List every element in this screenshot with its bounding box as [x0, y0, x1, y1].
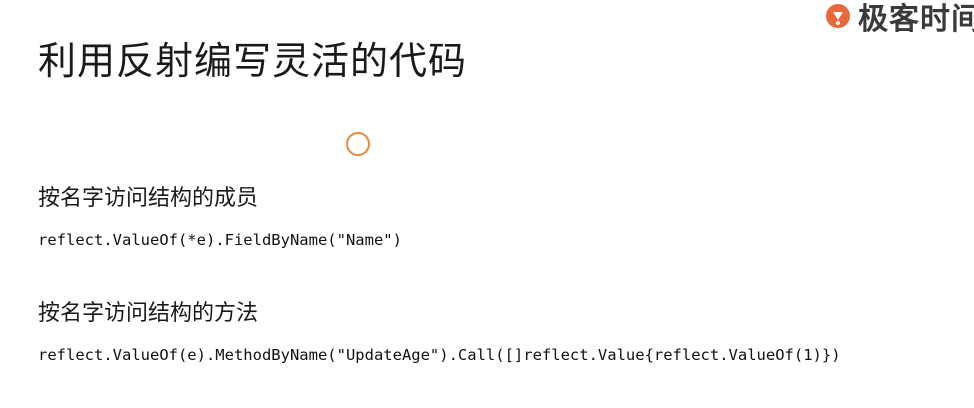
- section-heading-method-access: 按名字访问结构的方法: [38, 301, 259, 326]
- code-method-by-name: reflect.ValueOf(e).MethodByName("UpdateA…: [38, 346, 841, 364]
- brand-logo: 极客时间: [824, 0, 974, 38]
- slide-title: 利用反射编写灵活的代码: [38, 39, 468, 83]
- code-field-by-name: reflect.ValueOf(*e).FieldByName("Name"): [38, 231, 402, 249]
- brand-name: 极客时间: [858, 2, 974, 37]
- circle-pointer-icon: [346, 132, 370, 156]
- section-heading-field-access: 按名字访问结构的成员: [38, 186, 259, 211]
- geek-time-logo-icon: [826, 4, 850, 28]
